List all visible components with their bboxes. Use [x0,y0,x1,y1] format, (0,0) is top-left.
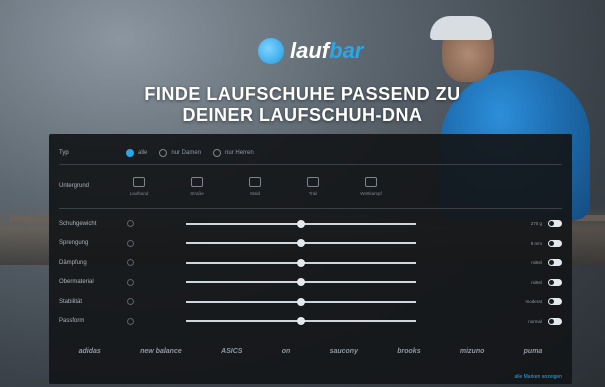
slider-value: normal [528,318,542,324]
slider-list: Schuhgewicht 270 g Sprengung 8 mm Dämpfu… [59,214,562,331]
info-icon[interactable] [127,239,134,247]
slider-row-upper: Obermaterial mittel [59,273,562,293]
filter-panel: Typ alle nur Damen nur Herren Untergrund… [49,134,572,384]
ground-option-road[interactable]: Straße [178,176,216,196]
slider-knob[interactable] [297,278,305,287]
ground-options: Laufband Straße Wald Trail Wettkampf [120,176,390,196]
slider-knob[interactable] [297,239,305,248]
slider-track[interactable] [186,297,416,306]
slider-track[interactable] [186,239,416,248]
slider-value: 270 g [530,221,542,227]
info-icon[interactable] [127,259,134,267]
logo-text-main: lauf [290,38,330,63]
radio-dot-icon [213,149,222,157]
ground-option-treadmill[interactable]: Laufband [120,176,158,196]
slider-value: moderat [525,299,542,305]
slider-label: Stabilität [59,298,83,305]
trail-icon [307,176,319,187]
divider [59,208,562,209]
radio-dot-icon [126,149,134,157]
slider-value: 8 mm [530,240,542,246]
slider-knob[interactable] [297,317,305,326]
ground-option-label: Wettkampf [360,190,382,196]
type-option-women[interactable]: nur Damen [159,149,201,157]
slider-track[interactable] [186,258,416,267]
headline-line-1: FINDE LAUFSCHUHE PASSEND ZU [144,84,461,104]
divider [59,164,562,165]
info-icon[interactable] [127,220,134,228]
ground-option-trail[interactable]: Trail [294,176,332,196]
slider-row-drop: Sprengung 8 mm [59,234,562,254]
slider-track[interactable] [186,278,416,287]
treadmill-icon [133,176,145,187]
logo-text: laufbar [290,38,363,64]
ground-option-label: Trail [308,190,318,196]
type-option-all[interactable]: alle [126,149,147,157]
slider-label: Dämpfung [59,259,87,266]
logo-mark-icon [258,38,284,64]
brand-logo-row: adidas new balance ASICS on saucony broo… [59,339,562,363]
slider-label: Schuhgewicht [59,220,97,227]
brand-logo-adidas[interactable]: adidas [79,348,101,355]
slider-knob[interactable] [297,297,305,306]
ground-option-label: Straße [190,190,204,196]
slider-label: Passform [59,318,85,325]
ground-option-forest[interactable]: Wald [236,176,274,196]
slider-label: Sprengung [59,240,89,247]
slider-row-stability: Stabilität moderat [59,292,562,312]
type-option-label: nur Herren [225,150,254,156]
info-icon[interactable] [127,317,134,325]
type-row: Typ alle nur Damen nur Herren [59,142,562,164]
ground-option-competition[interactable]: Wettkampf [352,176,390,196]
brand-logo-brooks[interactable]: brooks [397,348,420,355]
slider-track[interactable] [186,219,416,228]
logo-text-accent: bar [329,38,364,63]
slider-value: mittel [531,279,542,285]
type-option-men[interactable]: nur Herren [213,149,254,157]
slider-knob[interactable] [297,258,305,267]
slider-row-fit: Passform normal [59,312,562,332]
info-icon[interactable] [127,278,134,286]
brand-logo[interactable]: laufbar [258,36,363,66]
slider-value: mittel [531,260,542,266]
headline-line-2: DEINER LAUFSCHUH-DNA [182,105,423,125]
ground-label: Untergrund [59,183,90,189]
brand-logo-puma[interactable]: puma [524,348,543,355]
slider-toggle[interactable] [548,278,562,286]
ground-row: Untergrund Laufband Straße Wald Trail We… [59,166,562,206]
slider-toggle[interactable] [548,220,562,228]
forest-icon [249,176,261,187]
slider-track[interactable] [186,317,416,326]
slider-toggle[interactable] [548,317,562,325]
type-option-label: alle [138,150,148,156]
type-label: Typ [59,150,69,156]
competition-icon [365,176,377,187]
ground-option-label: Wald [249,190,261,196]
page-headline: FINDE LAUFSCHUHE PASSEND ZU DEINER LAUFS… [0,84,605,126]
info-icon[interactable] [127,298,134,306]
slider-label: Obermaterial [59,279,94,286]
slider-row-cushioning: Dämpfung mittel [59,253,562,273]
slider-knob[interactable] [297,219,305,228]
runner-cap-image [430,16,492,40]
type-option-label: nur Damen [171,150,202,156]
brand-logo-saucony[interactable]: saucony [330,348,358,355]
ground-option-label: Laufband [129,190,149,196]
brand-logo-on[interactable]: on [282,348,291,355]
brand-logo-new-balance[interactable]: new balance [140,348,182,355]
slider-row-weight: Schuhgewicht 270 g [59,214,562,234]
slider-toggle[interactable] [548,259,562,267]
radio-dot-icon [159,149,168,157]
show-all-brands-link[interactable]: alle Marken anzeigen [514,374,562,380]
brand-logo-mizuno[interactable]: mizuno [460,348,485,355]
slider-toggle[interactable] [548,239,562,247]
slider-toggle[interactable] [548,298,562,306]
road-icon [191,176,203,187]
brand-logo-asics[interactable]: ASICS [221,348,242,355]
